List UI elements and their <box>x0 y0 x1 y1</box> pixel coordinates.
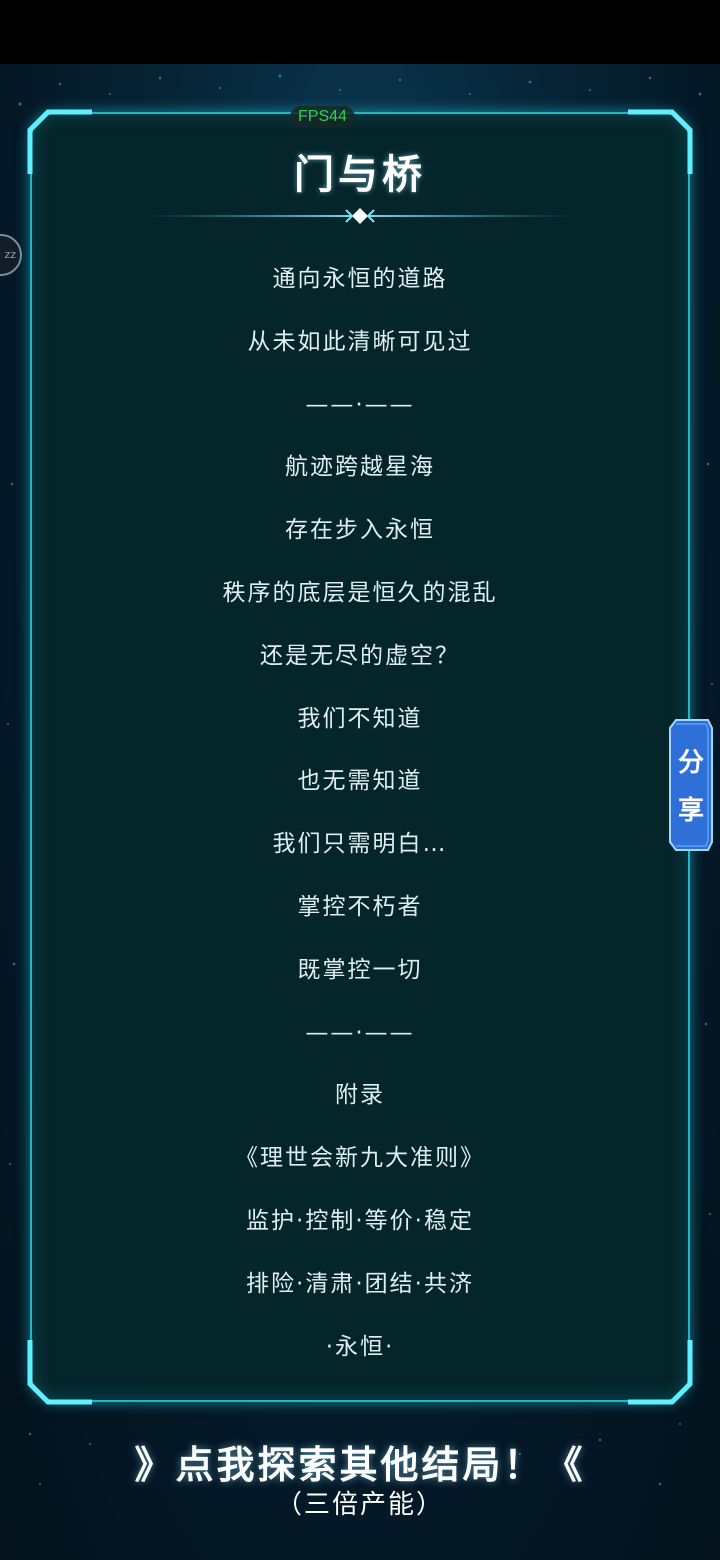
share-button[interactable]: 分 享 <box>668 718 714 852</box>
appendix-title: 《理世会新九大准则》 <box>235 1145 485 1172</box>
appendix-line: 监护·控制·等价·稳定 <box>246 1207 474 1234</box>
story-text: 通向永恒的道路 从未如此清晰可见过 ——·—— 航迹跨越星海 存在步入永恒 秩序… <box>30 254 690 1384</box>
appendix-heading: 附录 <box>335 1082 385 1109</box>
game-screen: zz FPS44 门与桥 通向永恒的道路 从未如此清晰可见过 ——·—— 航迹跨… <box>0 0 720 1560</box>
story-line: 既掌控一切 <box>297 956 423 983</box>
title-divider <box>150 206 570 226</box>
story-line: 通向永恒的道路 <box>272 266 448 292</box>
section-separator: ——·—— <box>305 1019 415 1046</box>
story-line: 也无需知道 <box>297 768 423 795</box>
section-separator: ——·—— <box>305 391 415 418</box>
story-line: 还是无尽的虚空？ <box>260 642 460 669</box>
story-line: 我们不知道 <box>297 705 423 732</box>
story-line: 航迹跨越星海 <box>285 454 435 481</box>
share-label: 享 <box>677 796 704 826</box>
status-bar <box>0 0 720 64</box>
appendix-line: ·永恒· <box>325 1333 395 1360</box>
explore-other-endings-button[interactable]: 》点我探索其他结局！《 <box>0 1434 720 1489</box>
story-line: 我们只需明白… <box>272 831 448 858</box>
appendix-line: 排险·清肃·团结·共济 <box>246 1270 474 1297</box>
story-line: 存在步入永恒 <box>285 517 435 544</box>
story-line: 掌控不朽者 <box>297 893 423 920</box>
share-label: 分 <box>677 748 704 778</box>
story-line: 从未如此清晰可见过 <box>247 328 473 355</box>
fps-counter: FPS44 <box>290 106 355 128</box>
story-line: 秩序的底层是恒久的混乱 <box>222 579 498 606</box>
explore-subtitle: （三倍产能） <box>275 1490 444 1520</box>
story-title: 门与桥 <box>294 152 426 198</box>
share-tab-shape <box>669 719 713 851</box>
